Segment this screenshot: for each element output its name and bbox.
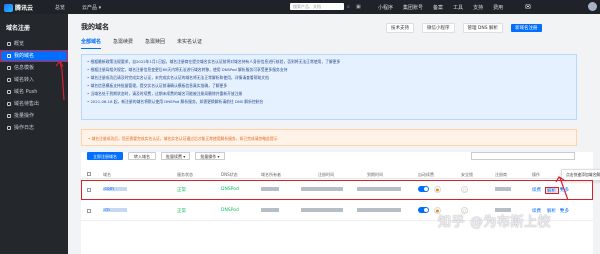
arrow-to-sidebar	[59, 61, 65, 101]
watermark-text: 知乎 @为布斯上校	[438, 215, 552, 230]
arrow-head	[55, 59, 64, 68]
arrow-to-resolve	[559, 177, 569, 201]
